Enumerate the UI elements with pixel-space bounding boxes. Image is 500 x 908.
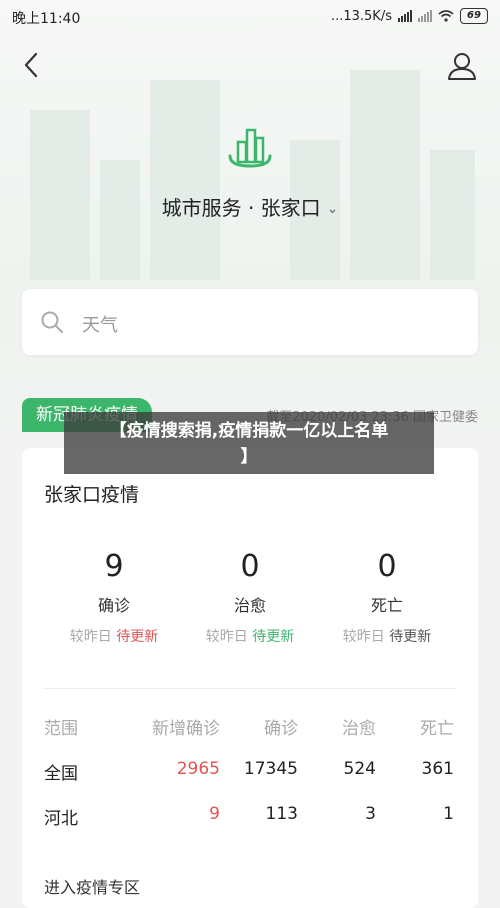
row-confirmed: 113 [265, 804, 298, 824]
stat-confirmed: 9 确诊 较昨日 待更新 [44, 548, 184, 646]
stat-value: 0 [377, 549, 397, 584]
stat-value: 0 [240, 549, 260, 584]
row-cured: 3 [365, 804, 376, 824]
row-region: 河北 [44, 809, 78, 829]
divider [44, 688, 456, 689]
col-region: 范围 [44, 719, 78, 739]
row-confirmed: 17345 [243, 759, 298, 779]
col-new-confirmed: 新增确诊 [152, 719, 220, 739]
stat-value: 9 [104, 549, 124, 584]
chevron-down-icon: ⌄ [326, 201, 339, 217]
stat-update-status: 待更新 [389, 629, 432, 645]
city-selector[interactable]: 城市服务 · 张家口 ⌄ [0, 192, 500, 221]
search-bar[interactable]: 天气 [22, 289, 478, 355]
stat-update-status: 待更新 [252, 629, 295, 645]
stat-compare: 较昨日 待更新 [205, 629, 295, 645]
signal-icon-2 [418, 10, 432, 22]
table-header: 范围 新增确诊 确诊 治愈 死亡 [22, 714, 478, 744]
caption-line-2: 】 [240, 447, 258, 467]
status-time: 晚上11:40 [12, 11, 81, 27]
status-bar: 晚上11:40 ...13.5K/s 69 [0, 0, 500, 34]
stat-compare: 较昨日 待更新 [342, 629, 432, 645]
wifi-icon [438, 10, 454, 22]
col-confirmed: 确诊 [264, 719, 298, 739]
stat-cured: 0 治愈 较昨日 待更新 [180, 548, 320, 646]
col-cured: 治愈 [342, 719, 376, 739]
card-title: 张家口疫情 [44, 484, 140, 506]
battery-icon: 69 [460, 8, 488, 24]
caption-overlay: 【疫情搜索捐,疫情捐款一亿以上名单 】 [64, 412, 434, 474]
table-row: 河北 9 113 3 1 [22, 804, 478, 834]
stat-label: 死亡 [370, 596, 403, 615]
row-deaths: 1 [443, 804, 454, 824]
city-title-text: 城市服务 · 张家口 [161, 196, 321, 220]
stat-label: 确诊 [97, 596, 130, 615]
stat-compare: 较昨日 待更新 [69, 629, 159, 645]
signal-icon [398, 10, 412, 22]
row-new-confirmed: 2965 [176, 759, 220, 779]
epidemic-card: 张家口疫情 9 确诊 较昨日 待更新 0 治愈 较昨日 待更新 0 死亡 较昨日… [22, 448, 478, 908]
epidemic-zone-link[interactable]: 进入疫情专区 [44, 874, 140, 898]
city-services-logo-icon [228, 128, 272, 168]
table-row: 全国 2965 17345 524 361 [22, 759, 478, 789]
caption-line-1: 【疫情搜索捐,疫情捐款一亿以上名单 [109, 421, 389, 441]
search-placeholder: 天气 [82, 315, 118, 336]
col-deaths: 死亡 [420, 719, 454, 739]
stat-deaths: 0 死亡 较昨日 待更新 [317, 548, 457, 646]
row-deaths: 361 [421, 759, 454, 779]
back-arrow-icon[interactable] [18, 50, 48, 80]
row-new-confirmed: 9 [209, 804, 220, 824]
stat-update-status: 待更新 [116, 629, 159, 645]
stat-label: 治愈 [233, 596, 266, 615]
row-region: 全国 [44, 764, 78, 784]
user-icon[interactable] [446, 50, 478, 82]
status-right: ...13.5K/s 69 [331, 8, 488, 24]
search-icon [41, 311, 63, 333]
network-speed: ...13.5K/s [330, 8, 392, 24]
row-cured: 524 [343, 759, 376, 779]
